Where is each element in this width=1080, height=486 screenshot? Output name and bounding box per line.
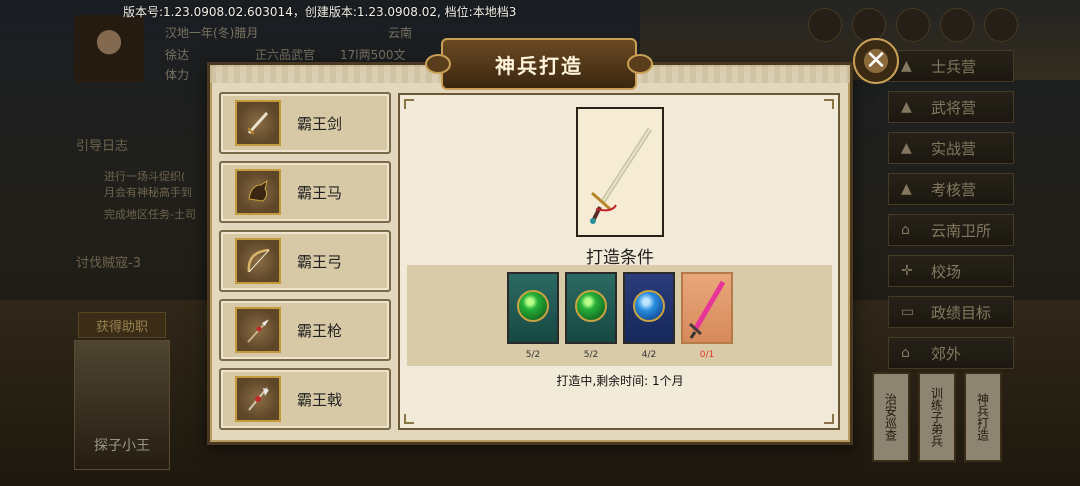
weapon-name: 霸王马: [297, 183, 343, 202]
bow-icon: [235, 238, 281, 284]
corner-ornament: [404, 99, 414, 109]
green-gem-icon: [517, 290, 549, 322]
material-count: 5/2: [583, 350, 599, 360]
halberd-icon: [235, 376, 281, 422]
weapon-list: 霸王剑 霸王马 霸王弓 霸王枪 霸王戟: [219, 92, 391, 437]
material-count: 4/2: [641, 350, 657, 360]
weapon-item-bow[interactable]: 霸王弓: [219, 230, 391, 292]
sword-icon: [590, 127, 653, 224]
corner-ornament: [824, 414, 834, 424]
sword-icon: [235, 100, 281, 146]
green-gem-icon: [575, 290, 607, 322]
spear-icon: [235, 307, 281, 353]
weapon-name: 霸王剑: [297, 114, 343, 133]
material-slot[interactable]: [507, 272, 559, 344]
version-info: 版本号:1.23.0908.02.603014，创建版本:1.23.0908.0…: [123, 5, 517, 19]
material-count: 0/1: [699, 350, 715, 360]
close-icon[interactable]: ✕: [853, 38, 899, 84]
pink-sword-icon: [688, 280, 726, 339]
weapon-name: 霸王戟: [297, 390, 343, 409]
weapon-item-sword[interactable]: 霸王剑: [219, 92, 391, 154]
material-slot[interactable]: [565, 272, 617, 344]
material-slot[interactable]: [681, 272, 733, 344]
selected-weapon-card: [576, 107, 664, 237]
blue-gem-icon: [633, 290, 665, 322]
modal-title: 神兵打造: [425, 38, 653, 90]
weapon-item-spear[interactable]: 霸王枪: [219, 299, 391, 361]
weapon-name: 霸王弓: [297, 252, 343, 271]
horse-icon: [235, 169, 281, 215]
forge-status: 打造中,剩余时间: 1个月: [556, 374, 684, 388]
material-slot[interactable]: [623, 272, 675, 344]
materials-strip: [407, 265, 832, 366]
weapon-name: 霸王枪: [297, 321, 343, 340]
corner-ornament: [824, 99, 834, 109]
corner-ornament: [404, 414, 414, 424]
weapon-item-halberd[interactable]: 霸王戟: [219, 368, 391, 430]
material-count: 5/2: [525, 350, 541, 360]
weapon-item-horse[interactable]: 霸王马: [219, 161, 391, 223]
